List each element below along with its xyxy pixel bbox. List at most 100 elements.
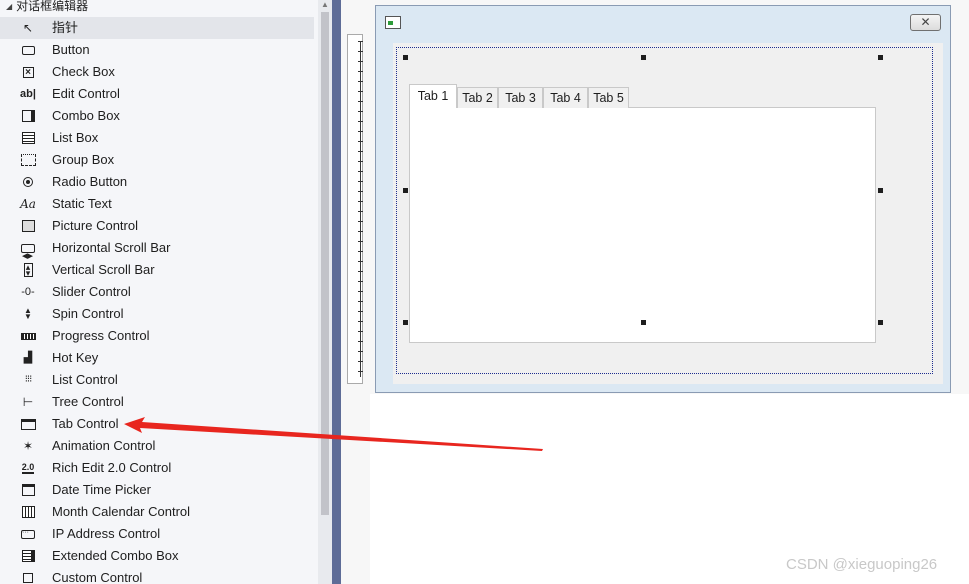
- spin-icon: ▲ ▼: [24, 306, 32, 321]
- toolbox-item-label: Vertical Scroll Bar: [52, 262, 155, 277]
- slider-icon: -0-: [21, 286, 35, 298]
- tab-1[interactable]: Tab 1: [409, 84, 457, 108]
- icon-glyph: Aa: [20, 197, 36, 211]
- toolbox-item-label: Month Calendar Control: [52, 504, 191, 519]
- progress-icon: [20, 329, 36, 343]
- resize-handle-se[interactable]: [878, 320, 883, 325]
- scroll-up-icon[interactable]: ▲: [321, 0, 329, 9]
- toolbox-item-label: List Control: [52, 372, 118, 387]
- toolbox-item-label: Group Box: [52, 152, 115, 167]
- dialog-client-area[interactable]: Tab 1 Tab 2 Tab 3 Tab 4 Tab 5: [393, 43, 943, 384]
- toolbox-item-label: 指针: [52, 20, 79, 35]
- toolbox-item-tree-control[interactable]: ⊢ Tree Control: [0, 391, 314, 413]
- toolbox-item-label: Rich Edit 2.0 Control: [52, 460, 172, 475]
- tab-control-icon: [20, 417, 36, 431]
- month-calendar-icon: [20, 505, 36, 519]
- toolbox-item-custom-control[interactable]: Custom Control: [0, 567, 314, 584]
- toolbox-item-edit-control[interactable]: ab| Edit Control: [0, 83, 314, 105]
- vertical-scrollbar-icon: ▴ ▾: [20, 263, 36, 278]
- toolbox-item-label: List Box: [52, 130, 99, 145]
- picture-control-icon: [20, 219, 36, 233]
- toolbox-item-label: Radio Button: [52, 174, 128, 189]
- hot-key-icon: ▟: [23, 352, 33, 364]
- toolbox-item-label: Animation Control: [52, 438, 156, 453]
- toolbox-item-label: Tab Control: [52, 416, 119, 431]
- toolbox-item-combo-box[interactable]: Combo Box: [0, 105, 314, 127]
- toolbox-item-pointer[interactable]: ↖ 指针: [0, 17, 314, 39]
- button-icon: [20, 43, 36, 57]
- tab-5[interactable]: Tab 5: [588, 87, 629, 108]
- toolbox-item-vertical-scroll-bar[interactable]: ▴ ▾ Vertical Scroll Bar: [0, 259, 314, 281]
- tab-3[interactable]: Tab 3: [498, 87, 543, 108]
- dialog-window[interactable]: ✕ Tab 1 Tab 2 Tab 3 Tab 4 Tab 5: [375, 5, 951, 393]
- resize-handle-s[interactable]: [641, 320, 646, 325]
- tree-control-icon: ⊢: [22, 395, 34, 409]
- toolbox-item-label: Extended Combo Box: [52, 548, 179, 563]
- dialog-app-icon: [385, 16, 401, 29]
- extended-combo-icon: [20, 549, 36, 563]
- toolbox-item-extended-combo-box[interactable]: Extended Combo Box: [0, 545, 314, 567]
- toolbox-item-button[interactable]: Button: [0, 39, 314, 61]
- toolbox-item-label: Tree Control: [52, 394, 124, 409]
- toolbox-item-spin-control[interactable]: ▲ ▼ Spin Control: [0, 303, 314, 325]
- toolbox-item-tab-control[interactable]: Tab Control: [0, 413, 314, 435]
- toolbox-item-static-text[interactable]: Aa Static Text: [0, 193, 314, 215]
- tab-control[interactable]: Tab 1 Tab 2 Tab 3 Tab 4 Tab 5: [409, 84, 876, 343]
- panel-splitter[interactable]: [332, 0, 341, 584]
- toolbox-item-slider-control[interactable]: -0- Slider Control: [0, 281, 314, 303]
- toolbox-item-rich-edit-2-0-control[interactable]: 2.0 Rich Edit 2.0 Control: [0, 457, 314, 479]
- pointer-icon: ↖: [22, 21, 34, 35]
- collapse-triangle-icon[interactable]: ◢: [6, 0, 12, 17]
- toolbox-item-picture-control[interactable]: Picture Control: [0, 215, 314, 237]
- toolbox-item-label: Date Time Picker: [52, 482, 151, 497]
- toolbox-item-animation-control[interactable]: ✶ Animation Control: [0, 435, 314, 457]
- toolbox-item-label: Picture Control: [52, 218, 138, 233]
- tab-2[interactable]: Tab 2: [457, 87, 498, 108]
- toolbox-item-list-control[interactable]: ⁝⁝⁝ List Control: [0, 369, 314, 391]
- toolbox-item-label: Custom Control: [52, 570, 143, 584]
- toolbox-item-label: Spin Control: [52, 306, 124, 321]
- icon-glyph: 2.0: [21, 461, 35, 474]
- toolbox-item-label: Hot Key: [52, 350, 99, 365]
- resize-handle-n[interactable]: [641, 55, 646, 60]
- toolbox-item-group-box[interactable]: Group Box: [0, 149, 314, 171]
- toolbox-header[interactable]: ◢ 对话框编辑器: [0, 0, 318, 16]
- toolbox-item-date-time-picker[interactable]: Date Time Picker: [0, 479, 314, 501]
- static-text-icon: Aa: [20, 197, 36, 211]
- scrollbar-thumb[interactable]: [321, 12, 329, 515]
- custom-control-icon: [20, 571, 36, 584]
- toolbox-item-list-box[interactable]: List Box: [0, 127, 314, 149]
- radio-button-icon: [20, 175, 36, 189]
- vertical-ruler[interactable]: [347, 34, 363, 384]
- icon-glyph: ab|: [20, 88, 36, 100]
- toolbox-item-label: Horizontal Scroll Bar: [52, 240, 171, 255]
- tab-4[interactable]: Tab 4: [543, 87, 588, 108]
- toolbox-item-hot-key[interactable]: ▟ Hot Key: [0, 347, 314, 369]
- resize-handle-ne[interactable]: [878, 55, 883, 60]
- group-box-icon: [20, 153, 36, 167]
- toolbox-item-label: Combo Box: [52, 108, 120, 123]
- close-button[interactable]: ✕: [910, 14, 941, 31]
- resize-handle-sw[interactable]: [403, 320, 408, 325]
- screen: ◢ 对话框编辑器 ↖ 指针 Button × Check Box ab| Edit Contr…: [0, 0, 969, 584]
- toolbox-item-label: Slider Control: [52, 284, 131, 299]
- resize-handle-e[interactable]: [878, 188, 883, 193]
- resize-handle-nw[interactable]: [403, 55, 408, 60]
- toolbox-scrollbar[interactable]: ▲: [318, 0, 332, 584]
- toolbox-item-month-calendar-control[interactable]: Month Calendar Control: [0, 501, 314, 523]
- toolbox-panel: ◢ 对话框编辑器 ↖ 指针 Button × Check Box ab| Edit Contr…: [0, 0, 318, 584]
- toolbox-item-ip-address-control[interactable]: ··· IP Address Control: [0, 523, 314, 545]
- toolbox-item-check-box[interactable]: × Check Box: [0, 61, 314, 83]
- resize-handle-w[interactable]: [403, 188, 408, 193]
- toolbox-item-radio-button[interactable]: Radio Button: [0, 171, 314, 193]
- ruler-ticks: [358, 41, 363, 377]
- tab-page[interactable]: [409, 107, 876, 343]
- toolbox-item-label: Button: [52, 42, 90, 57]
- toolbox-item-label: Progress Control: [52, 328, 150, 343]
- toolbox-item-progress-control[interactable]: Progress Control: [0, 325, 314, 347]
- toolbox-item-label: Edit Control: [52, 86, 120, 101]
- animation-icon: ✶: [22, 439, 34, 453]
- toolbox-item-horizontal-scroll-bar[interactable]: ◂▸ Horizontal Scroll Bar: [0, 237, 314, 262]
- toolbox-item-label: Static Text: [52, 196, 112, 211]
- date-time-picker-icon: [20, 483, 36, 497]
